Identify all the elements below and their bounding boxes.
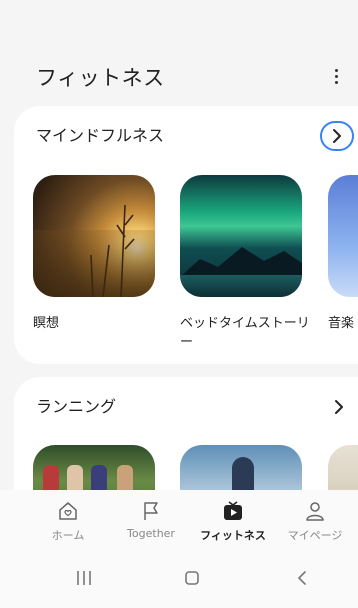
section-mindfulness: マインドフルネス 瞑想 ベッドタイムストーリー 音楽 <box>14 106 358 364</box>
play-tv-icon <box>222 500 244 522</box>
music-thumbnail[interactable] <box>328 175 358 297</box>
nav-label: マイページ <box>287 529 343 542</box>
chevron-right-icon[interactable] <box>330 395 348 419</box>
system-nav-bar <box>0 548 358 608</box>
nav-label: Together <box>127 527 175 540</box>
home-heart-icon <box>57 500 79 522</box>
bedtime-story-thumbnail[interactable] <box>180 175 302 297</box>
meditation-thumbnail[interactable] <box>33 175 155 297</box>
tile-label: 音楽 <box>328 316 355 331</box>
page-title: フィットネス <box>36 66 165 90</box>
nav-label: フィットネス <box>200 529 266 542</box>
tile-label: ベッドタイムストーリー <box>180 316 310 350</box>
more-vert-icon[interactable] <box>326 62 346 90</box>
nav-label: ホーム <box>51 529 85 542</box>
home-button-icon[interactable] <box>180 566 204 590</box>
flag-icon <box>140 500 162 522</box>
back-icon[interactable] <box>290 566 314 590</box>
tile-label: 瞑想 <box>33 316 60 331</box>
nav-together[interactable]: Together <box>118 490 184 548</box>
nav-fitness[interactable]: フィットネス <box>191 490 275 548</box>
nav-home[interactable]: ホーム <box>40 490 96 548</box>
person-icon <box>304 500 326 522</box>
section-title: マインドフルネス <box>36 126 165 145</box>
bottom-nav: ホーム Together フィットネス マイページ <box>0 490 358 548</box>
app-bar: フィットネス <box>0 0 358 100</box>
nav-mypage[interactable]: マイページ <box>280 490 350 548</box>
recents-icon[interactable] <box>72 566 96 590</box>
chevron-right-icon[interactable] <box>320 121 354 151</box>
section-title: ランニング <box>36 397 117 416</box>
